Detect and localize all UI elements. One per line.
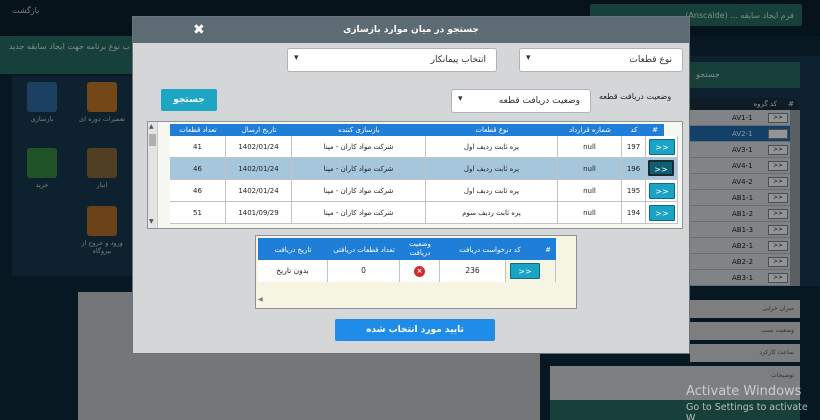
cell-receive-date: بدون تاریخ — [258, 260, 328, 282]
cell-count: 41 — [170, 136, 226, 158]
row-select-button[interactable]: >> — [649, 183, 675, 199]
chevron-down-icon: ▾ — [458, 94, 463, 104]
scroll-thumb[interactable] — [149, 134, 156, 146]
cell-request-code: 236 — [440, 260, 506, 282]
error-x-icon: × — [414, 265, 425, 277]
cell-maker: شرکت مواد کاران - مپنا — [292, 202, 426, 224]
col-header-contract: شماره قرارداد — [558, 124, 622, 136]
close-icon[interactable]: ✖ — [193, 17, 205, 43]
activate-windows-title: Activate Windows — [686, 384, 802, 399]
select-cell: >> — [646, 180, 678, 202]
cell-part-type: پره ثابت ردیف اول — [426, 136, 558, 158]
cell-maker: شرکت مواد کاران - مپنا — [292, 136, 426, 158]
col-header-received-count: تعداد قطعات دریافتی — [328, 238, 400, 260]
col-header-maker: بازسازی کننده — [292, 124, 426, 136]
cell-count: 51 — [170, 202, 226, 224]
cell-code: 196 — [622, 158, 646, 180]
col-header-count: تعداد قطعات — [170, 124, 226, 136]
cell-part-type: پره ثابت ردیف اول — [426, 158, 558, 180]
cell-send-date: 1402/01/24 — [226, 158, 292, 180]
cell-contract: null — [558, 136, 622, 158]
chevron-down-icon: ▾ — [294, 53, 299, 63]
contractor-select[interactable]: انتخاب پیمانکار ▾ — [287, 48, 497, 72]
cell-count: 46 — [170, 180, 226, 202]
cell-code: 194 — [622, 202, 646, 224]
select-cell: >> — [646, 202, 678, 224]
search-button[interactable]: جستجو — [161, 89, 217, 111]
cell-receive-status: × — [400, 260, 440, 282]
activate-windows-subtitle: Go to Settings to activate W — [686, 402, 808, 420]
dialog-header: جستجو در میان موارد بازسازی ✖ — [133, 17, 689, 43]
cell-code: 197 — [622, 136, 646, 158]
scroll-down-icon[interactable]: ▼ — [149, 218, 154, 225]
receive-status-value: وضعیت دریافت قطعه — [498, 96, 580, 106]
col-header-send-date: تاریخ ارسال — [226, 124, 292, 136]
row-select-button[interactable]: >> — [649, 139, 675, 155]
cell-count: 46 — [170, 158, 226, 180]
cell-received-count: 0 — [328, 260, 400, 282]
select-cell: >> — [646, 158, 678, 180]
cell-part-type: پره ثابت ردیف اول — [426, 180, 558, 202]
col-header-code: کد — [622, 124, 646, 136]
parts-table-scrollbar[interactable]: ▲ ▼ — [148, 122, 158, 228]
cell-send-date: 1402/01/24 — [226, 180, 292, 202]
col-header-receive-status: وضعیت دریافت — [400, 238, 440, 260]
col-header-num: # — [646, 124, 664, 136]
cell-contract: null — [558, 180, 622, 202]
col-header-receive-date: تاریخ دریافت — [258, 238, 328, 260]
cell-maker: شرکت مواد کاران - مپنا — [292, 158, 426, 180]
cell-send-date: 1401/09/29 — [226, 202, 292, 224]
scroll-left-icon[interactable]: ◀ — [258, 296, 263, 303]
receive-table: # کد درخواست دریافت وضعیت دریافت تعداد ق… — [255, 235, 577, 309]
select-cell: >> — [646, 136, 678, 158]
cell-contract: null — [558, 158, 622, 180]
part-type-value: نوع قطعات — [629, 55, 672, 65]
col-header-part-type: نوع قطعات — [426, 124, 558, 136]
cell-send-date: 1402/01/24 — [226, 136, 292, 158]
contractor-value: انتخاب پیمانکار — [430, 55, 486, 65]
cell-part-type: پره ثابت ردیف سوم — [426, 202, 558, 224]
parts-table: ▲ ▼ # کد شماره قرارداد نوع قطعات بازسازی… — [147, 121, 683, 229]
part-type-select[interactable]: نوع قطعات ▾ — [519, 48, 683, 72]
search-dialog: جستجو در میان موارد بازسازی ✖ نوع قطعات … — [132, 16, 690, 354]
receive-status-select[interactable]: وضعیت دریافت قطعه ▾ — [451, 89, 591, 113]
cell-contract: null — [558, 202, 622, 224]
dialog-title: جستجو در میان موارد بازسازی — [343, 25, 479, 35]
receive-status-label: وضعیت دریافت قطعه — [599, 92, 672, 101]
scroll-up-icon[interactable]: ▲ — [149, 123, 154, 130]
cell-maker: شرکت مواد کاران - مپنا — [292, 180, 426, 202]
chevron-down-icon: ▾ — [526, 53, 531, 63]
col-header-num: # — [540, 238, 556, 260]
select-cell: >> — [506, 260, 556, 282]
col-header-request-code: کد درخواست دریافت — [440, 238, 540, 260]
cell-code: 195 — [622, 180, 646, 202]
confirm-selection-button[interactable]: تایید مورد انتخاب شده — [335, 319, 495, 341]
row-select-button[interactable]: >> — [649, 205, 675, 221]
row-select-button[interactable]: >> — [648, 160, 674, 176]
row-select-button[interactable]: >> — [510, 263, 540, 279]
